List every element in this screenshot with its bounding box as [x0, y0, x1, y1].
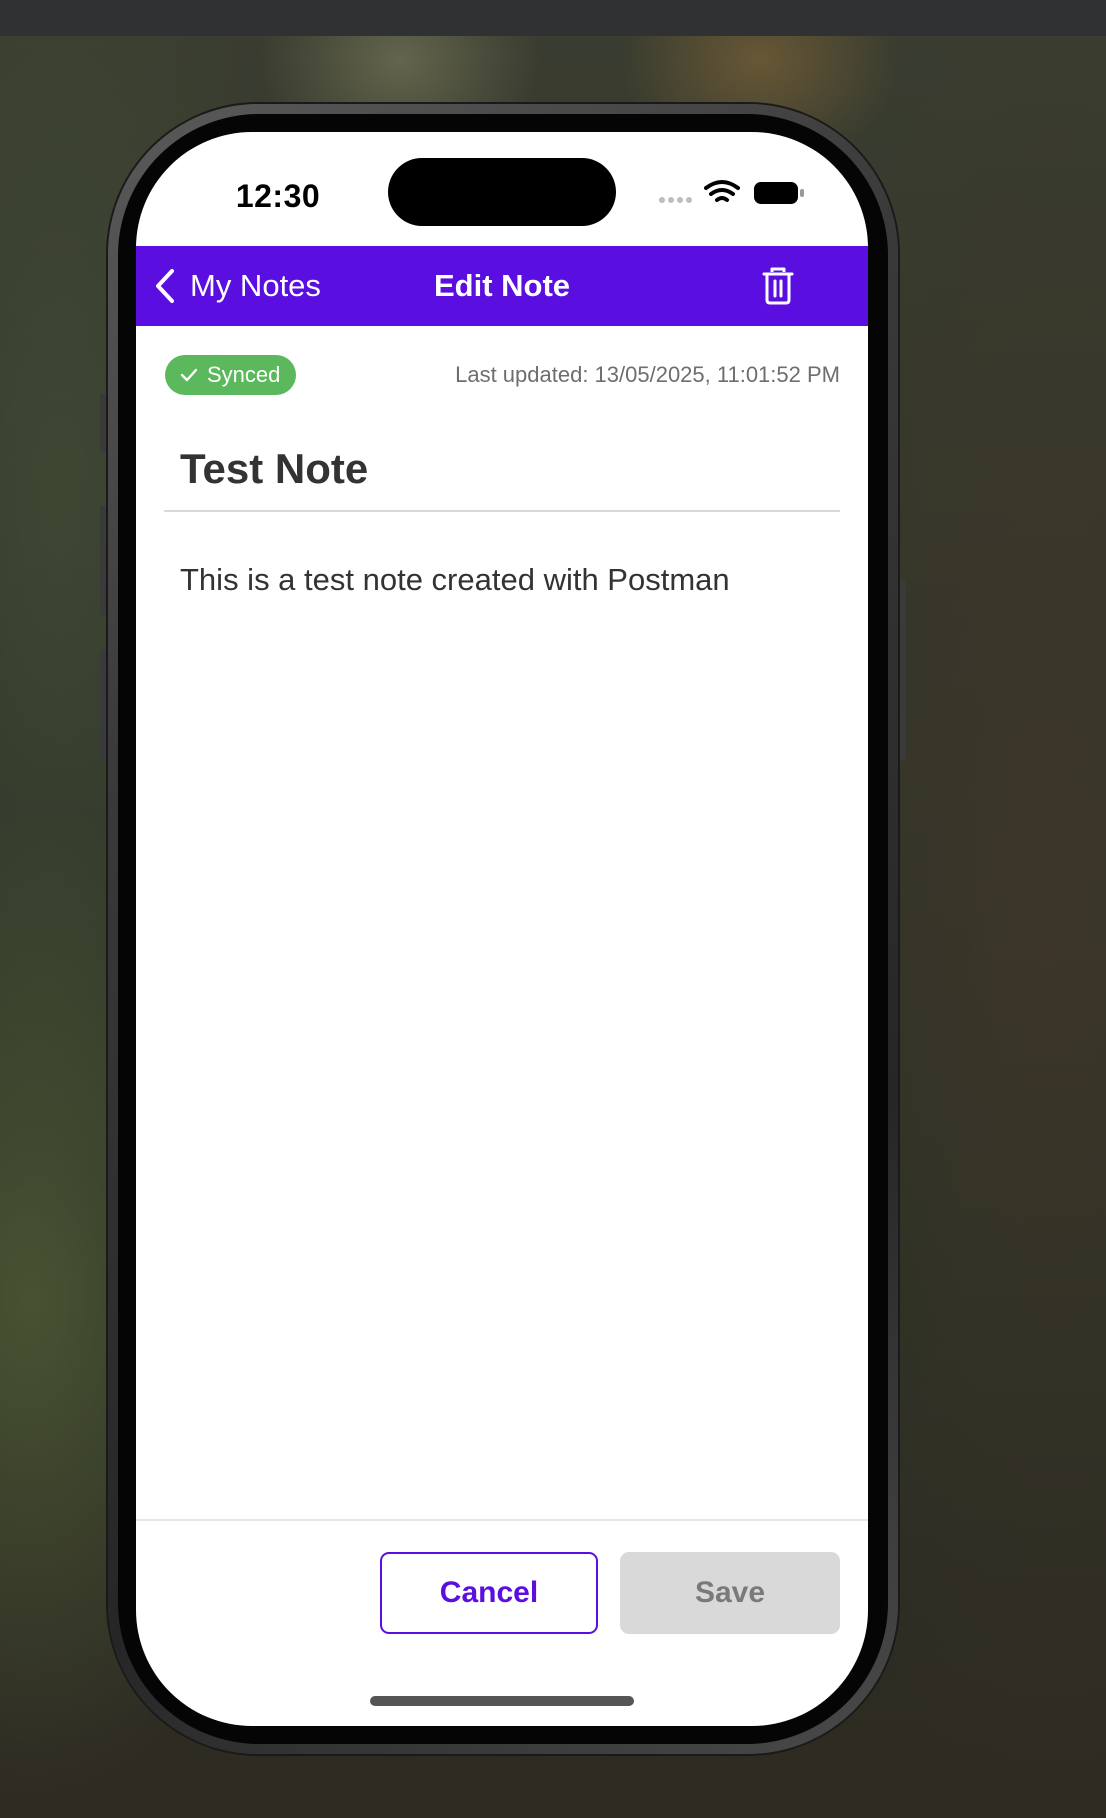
cancel-button[interactable]: Cancel: [380, 1552, 598, 1634]
nav-bar: My Notes Edit Note: [136, 246, 868, 326]
delete-note-button[interactable]: [758, 266, 798, 306]
action-button: [100, 394, 108, 452]
note-title-input[interactable]: [164, 428, 840, 512]
checkmark-icon: [180, 368, 198, 382]
volume-down-button: [100, 650, 108, 760]
battery-icon: [754, 182, 804, 204]
power-button: [898, 580, 906, 760]
back-button[interactable]: My Notes: [150, 246, 321, 326]
dynamic-island: [388, 158, 616, 226]
status-icons: [658, 176, 808, 216]
status-badge-label: Synced: [207, 362, 281, 387]
volume-up-button: [100, 506, 108, 616]
chevron-left-icon: [156, 269, 174, 303]
trash-icon: [762, 267, 794, 305]
status-badge: Synced: [165, 355, 297, 395]
page-title: Edit Note: [433, 268, 571, 303]
footer-divider: [136, 1519, 868, 1521]
back-label: My Notes: [190, 268, 321, 303]
cellular-signal-icon: [659, 197, 692, 203]
status-time: 12:30: [235, 178, 321, 214]
home-indicator[interactable]: [370, 1696, 634, 1706]
last-updated-text: Last updated: 13/05/2025, 11:01:52 PM: [455, 362, 840, 387]
save-button[interactable]: Save: [620, 1552, 840, 1634]
wifi-icon: [704, 180, 740, 202]
window-top-bar: [0, 0, 1106, 36]
phone-screen: 12:30 My Notes Edit Note Synced Last upd…: [136, 132, 868, 1726]
note-body-input[interactable]: This is a test note created with Postman: [164, 536, 840, 1236]
